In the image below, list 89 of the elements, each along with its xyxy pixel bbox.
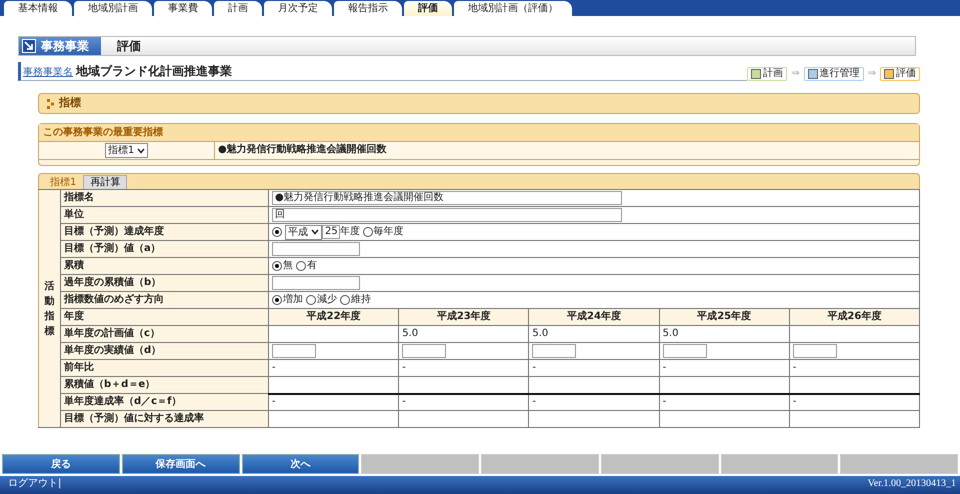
row-label: 年度 [60, 308, 268, 326]
tab[interactable]: 計画 [214, 1, 262, 16]
version-text: Ver.1.00_20130413_1 [868, 477, 956, 491]
radio-button[interactable] [296, 261, 306, 271]
section-title: 指標 [59, 95, 81, 112]
row-label: 累積値（b＋d＝e） [60, 376, 268, 394]
column-header: 平成24年度 [528, 308, 660, 326]
radio-button[interactable] [362, 227, 372, 237]
table-cell: - [528, 394, 660, 410]
arrow-icon: ⇒ [791, 66, 800, 81]
table-cell: - [659, 394, 790, 410]
action-button[interactable]: 保存画面へ [122, 454, 240, 474]
column-header: 平成23年度 [398, 308, 529, 326]
option-label: 維持 [351, 294, 371, 306]
radio-button[interactable] [340, 295, 350, 305]
page-title: 評価 [116, 38, 141, 55]
table-cell: 5.0 [659, 326, 790, 342]
tab[interactable]: 再計算 [83, 175, 128, 189]
column-header: 平成22年度 [268, 308, 399, 326]
text-field[interactable] [272, 276, 360, 290]
side-label: 活動指標 [44, 280, 54, 338]
table-cell: - [268, 360, 399, 376]
step-label: 進行管理 [820, 68, 860, 80]
row-label: 累積 [60, 258, 268, 274]
text-field[interactable]: ●魅力発信行動戦略推進会議開催回数 [272, 191, 622, 205]
tab[interactable]: 評価 [404, 1, 452, 16]
row-label: 目標（予測）達成年度 [60, 224, 268, 240]
logout-link[interactable]: ログアウト| [8, 476, 62, 492]
row-label: 目標（予測）値に対する達成率 [60, 410, 268, 428]
row-label: 過年度の累積値（b） [60, 274, 268, 292]
table-cell: - [528, 360, 660, 376]
row-label: 単年度達成率（d／c＝f） [60, 394, 268, 410]
radio-button[interactable] [272, 261, 282, 271]
number-field[interactable] [532, 344, 576, 358]
project-name-label[interactable]: 事務事業名 [23, 65, 73, 80]
column-header: 平成25年度 [659, 308, 790, 326]
radio-button[interactable] [306, 295, 316, 305]
tab[interactable]: 地域別計画（評価） [454, 1, 572, 16]
indicator-text: ●魅力発信行動戦略推進会議開催回数 [217, 142, 387, 157]
indicator-select[interactable]: 指標1 [104, 143, 148, 158]
row-label: 指標名 [60, 190, 268, 206]
tab[interactable]: 基本情報 [4, 1, 72, 16]
number-field[interactable] [792, 344, 837, 358]
table-cell: 5.0 [398, 326, 529, 342]
radio-button[interactable] [272, 295, 282, 305]
tab[interactable]: 月次予定 [264, 1, 332, 16]
number-field[interactable] [662, 344, 707, 358]
chevron-down-icon [137, 148, 146, 154]
table-cell: - [789, 360, 920, 376]
bullet-icon [47, 98, 55, 108]
unit-label: 年度 [340, 226, 360, 238]
project-name: 地域ブランド化計画推進事業 [76, 63, 232, 80]
action-button[interactable]: 次へ [242, 454, 360, 474]
table-cell: - [789, 394, 920, 410]
number-field[interactable] [272, 344, 316, 358]
table-cell: - [659, 360, 790, 376]
step-label: 計画 [763, 68, 784, 80]
row-label: 単年度の実績値（d） [60, 342, 268, 360]
number-field[interactable] [402, 344, 446, 358]
row-label: 目標（予測）値（a） [60, 240, 268, 258]
tab[interactable]: 地域別計画 [74, 1, 152, 16]
option-label: 増加 [283, 294, 303, 306]
option-label: 無 [283, 260, 293, 272]
tab[interactable]: 事業費 [154, 1, 212, 16]
arrow-icon: ⇒ [868, 66, 876, 81]
category-text: 事務事業 [41, 38, 89, 55]
table-cell: 5.0 [528, 326, 660, 342]
table-cell: - [398, 360, 529, 376]
radio-button[interactable] [272, 227, 282, 237]
year-field[interactable]: 25 [322, 225, 340, 239]
row-label: 単位 [60, 206, 268, 224]
chevron-down-icon [311, 229, 319, 235]
text-field[interactable] [272, 242, 360, 256]
action-button[interactable]: 戻る [2, 454, 120, 474]
row-label: 前年比 [60, 360, 268, 376]
option-label: 毎年度 [374, 226, 404, 238]
row-label: 指標数値のめざす方向 [60, 292, 268, 308]
option-label: 有 [307, 260, 317, 272]
table-cell: - [268, 394, 399, 410]
era-select[interactable]: 平成 [285, 224, 322, 240]
column-header: 平成26年度 [789, 308, 920, 326]
text-field[interactable]: 回 [272, 208, 622, 222]
step-label: 評価 [896, 68, 916, 80]
table-cell: - [398, 394, 529, 410]
option-label: 減少 [317, 294, 337, 306]
arrow-icon [22, 39, 36, 53]
tab[interactable]: 報告指示 [334, 1, 402, 16]
row-label: 単年度の計画値（c） [60, 326, 268, 342]
panel-title: この事務事業の最重要指標 [39, 124, 919, 141]
